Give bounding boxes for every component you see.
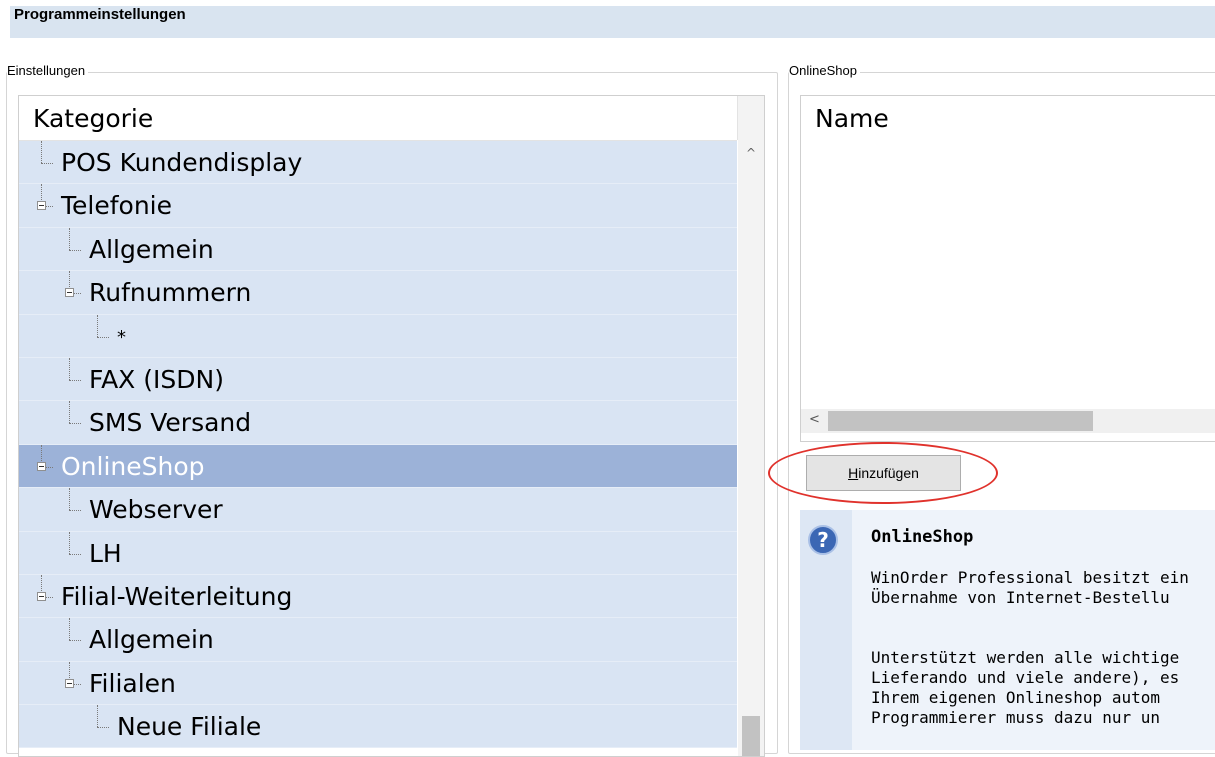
tree-item[interactable]: Rufnummern <box>19 271 737 315</box>
tree-item[interactable]: LH <box>19 531 737 575</box>
window-title: Programmeinstellungen <box>14 6 186 23</box>
collapse-icon[interactable] <box>37 461 46 471</box>
tree-item-label: LH <box>89 538 122 568</box>
tree-item[interactable]: SMS Versand <box>19 401 737 445</box>
help-panel: ? OnlineShop WinOrder Professional besit… <box>800 510 1215 750</box>
tree-connector-line <box>69 423 81 425</box>
collapse-icon[interactable] <box>37 591 46 601</box>
scroll-left-icon[interactable]: < <box>809 412 820 427</box>
onlineshop-name-list[interactable]: Name < <box>800 95 1215 442</box>
help-title: OnlineShop <box>871 527 974 547</box>
tree-connector-line <box>69 618 70 641</box>
collapse-icon[interactable] <box>65 288 74 298</box>
tree-connector-line <box>69 249 81 251</box>
collapse-icon[interactable] <box>65 678 74 688</box>
tree-item-label: OnlineShop <box>61 451 205 481</box>
tree-item-label: Allgemein <box>89 234 214 264</box>
help-paragraph-1: WinOrder Professional besitzt ein Überna… <box>871 568 1189 607</box>
tree-scroll-thumb[interactable] <box>742 716 760 756</box>
help-paragraph-2: Unterstützt werden alle wichtige Liefera… <box>871 648 1180 727</box>
tree-item[interactable]: Filialen <box>19 661 737 706</box>
tree-item-label: Allgemein <box>89 625 214 655</box>
tree-item-label: POS Kundendisplay <box>61 148 303 177</box>
tree-item[interactable]: Webserver <box>19 488 737 532</box>
tree-item[interactable]: OnlineShop <box>19 444 737 489</box>
tree-connector-line <box>69 379 81 381</box>
tree-item-label: Filial-Weiterleitung <box>61 581 293 611</box>
tree-connector-line <box>41 141 42 163</box>
tree-item[interactable]: Allgemein <box>19 618 737 662</box>
tree-item-label: Telefonie <box>61 191 172 221</box>
tree-rows: POS Kundendisplay Telefonie Allgemein Rufnu… <box>19 141 737 749</box>
name-list-horizontal-scrollbar[interactable]: < <box>801 409 1215 433</box>
tree-connector-line <box>69 227 70 250</box>
name-list-scroll-thumb[interactable] <box>828 411 1093 431</box>
tree-item-label: Filialen <box>89 668 176 698</box>
tree-connector-line <box>69 553 81 555</box>
tree-item-label: * <box>117 326 126 348</box>
tree-item[interactable]: Allgemein <box>19 227 737 272</box>
tree-item[interactable]: Telefonie <box>19 184 737 228</box>
tree-connector-line <box>69 401 70 424</box>
tree-item-label: Webserver <box>89 495 223 525</box>
add-button[interactable]: Hinzufügen <box>806 455 961 491</box>
tree-connector-line <box>97 727 109 729</box>
tree-connector-line <box>97 705 98 728</box>
tree-connector-line <box>69 640 81 642</box>
add-button-label: inzufügen <box>858 465 919 481</box>
collapse-icon[interactable] <box>37 201 46 211</box>
tree-connector-line <box>69 531 70 554</box>
tree-connector-line <box>69 510 81 512</box>
tree-connector-line <box>41 163 53 164</box>
tree-item-label: SMS Versand <box>89 408 252 438</box>
tree-column-header-label: Kategorie <box>33 104 154 133</box>
tree-item-label: Neue Filiale <box>117 712 262 742</box>
title-bar: Programmeinstellungen <box>0 0 1215 40</box>
tree-connector-line <box>69 357 70 380</box>
tree-vertical-scrollbar[interactable]: ^ <box>738 96 764 756</box>
onlineshop-groupbox-legend: OnlineShop <box>789 63 860 78</box>
tree-item[interactable]: * <box>19 314 737 358</box>
tree-item-label: FAX (ISDN) <box>89 364 224 394</box>
category-tree[interactable]: Kategorie POS Kundendisplay Telefonie Allg… <box>18 95 765 757</box>
tree-connector-line <box>97 336 109 338</box>
tree-connector-line <box>69 488 70 511</box>
title-bar-background <box>10 6 1215 38</box>
tree-column-header[interactable]: Kategorie <box>19 96 738 141</box>
tree-item-label: Rufnummern <box>89 278 252 308</box>
question-icon: ? <box>808 525 838 555</box>
scroll-up-icon[interactable]: ^ <box>746 146 756 160</box>
tree-connector-line <box>97 314 98 337</box>
tree-item[interactable]: Neue Filiale <box>19 705 737 749</box>
tree-item[interactable]: FAX (ISDN) <box>19 357 737 402</box>
name-column-header[interactable]: Name <box>815 104 889 133</box>
tree-item[interactable]: Filial-Weiterleitung <box>19 574 737 619</box>
tree-item[interactable]: POS Kundendisplay <box>19 141 737 185</box>
settings-groupbox-legend: Einstellungen <box>7 63 89 78</box>
add-button-accelerator: H <box>848 465 859 481</box>
